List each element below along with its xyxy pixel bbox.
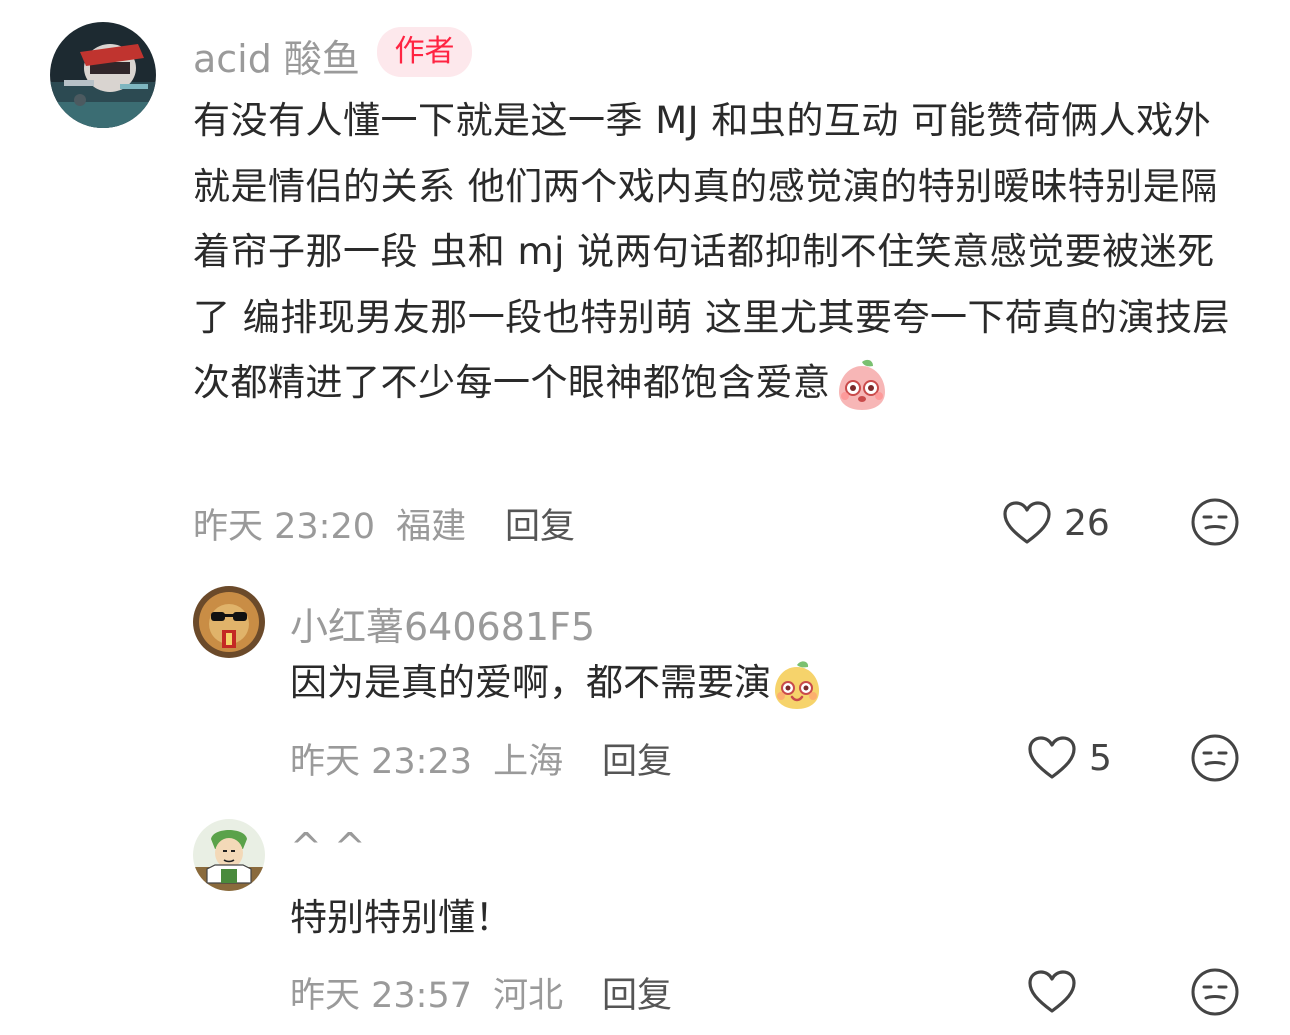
reply-location: 上海	[493, 742, 564, 782]
reply-button[interactable]: 回复	[505, 498, 575, 549]
like-button[interactable]: 26	[1002, 496, 1110, 550]
user-avatar[interactable]	[50, 22, 156, 128]
like-button[interactable]: 5	[1027, 731, 1112, 785]
reply-time: 昨天 23:23	[290, 742, 472, 782]
author-badge: 作者	[377, 27, 472, 77]
comment-item: acid 酸鱼 作者 有没有人懂一下就是这一季 MJ 和虫的互动 可能赞荷俩人戏…	[0, 0, 1290, 560]
peach-shy-emoji-icon	[835, 358, 889, 412]
neutral-face-icon	[1191, 498, 1239, 546]
mango-happy-emoji-icon	[771, 659, 823, 711]
neutral-face-icon	[1191, 734, 1239, 782]
dislike-button[interactable]	[1190, 967, 1240, 1017]
comment-thread: acid 酸鱼 作者 有没有人懂一下就是这一季 MJ 和虫的互动 可能赞荷俩人戏…	[0, 0, 1290, 1035]
comment-text: 有没有人懂一下就是这一季 MJ 和虫的互动 可能赞荷俩人戏外就是情侣的关系 他们…	[193, 88, 1243, 416]
reply-username[interactable]: ^ ^	[290, 825, 366, 869]
dislike-button[interactable]	[1190, 497, 1240, 547]
reply-button[interactable]: 回复	[602, 733, 672, 784]
reply-text-content: 特别特别懂！	[290, 896, 512, 939]
comment-text-content: 有没有人懂一下就是这一季 MJ 和虫的互动 可能赞荷俩人戏外就是情侣的关系 他们…	[193, 99, 1231, 404]
heart-outline-icon	[1003, 501, 1051, 544]
reply-item: 小红薯640681F5 因为是真的爱啊，都不需要演 昨天 23:23 上海 回复…	[0, 580, 1290, 790]
user-avatar[interactable]	[193, 819, 265, 891]
like-count: 26	[1064, 502, 1110, 544]
reply-username[interactable]: 小红薯640681F5	[290, 596, 595, 651]
neutral-face-icon	[1191, 968, 1239, 1016]
comment-meta: 昨天 23:20 福建	[193, 498, 466, 549]
reply-time: 昨天 23:57	[290, 976, 472, 1016]
like-count: 5	[1089, 737, 1112, 779]
heart-outline-icon	[1028, 970, 1076, 1013]
reply-text-content: 因为是真的爱啊，都不需要演	[290, 661, 771, 704]
comment-location: 福建	[396, 507, 467, 547]
racing-driver-avatar-icon	[50, 22, 156, 128]
comment-username[interactable]: acid 酸鱼	[193, 28, 360, 83]
reply-location: 河北	[493, 976, 564, 1016]
like-button[interactable]	[1027, 965, 1089, 1019]
reply-text: 特别特别懂！	[290, 893, 1190, 943]
reply-button[interactable]: 回复	[602, 967, 672, 1018]
reply-text: 因为是真的爱啊，都不需要演	[290, 658, 1190, 711]
reply-item: ^ ^ 特别特别懂！ 昨天 23:57 河北 回复	[0, 815, 1290, 1035]
dislike-button[interactable]	[1190, 733, 1240, 783]
user-avatar[interactable]	[193, 586, 265, 658]
reply-meta: 昨天 23:23 上海	[290, 733, 563, 784]
heart-outline-icon	[1028, 736, 1076, 779]
comment-time: 昨天 23:20	[193, 507, 375, 547]
lion-sunglasses-avatar-icon	[193, 586, 265, 658]
reply-meta: 昨天 23:57 河北	[290, 967, 563, 1018]
anime-character-avatar-icon	[193, 819, 265, 891]
